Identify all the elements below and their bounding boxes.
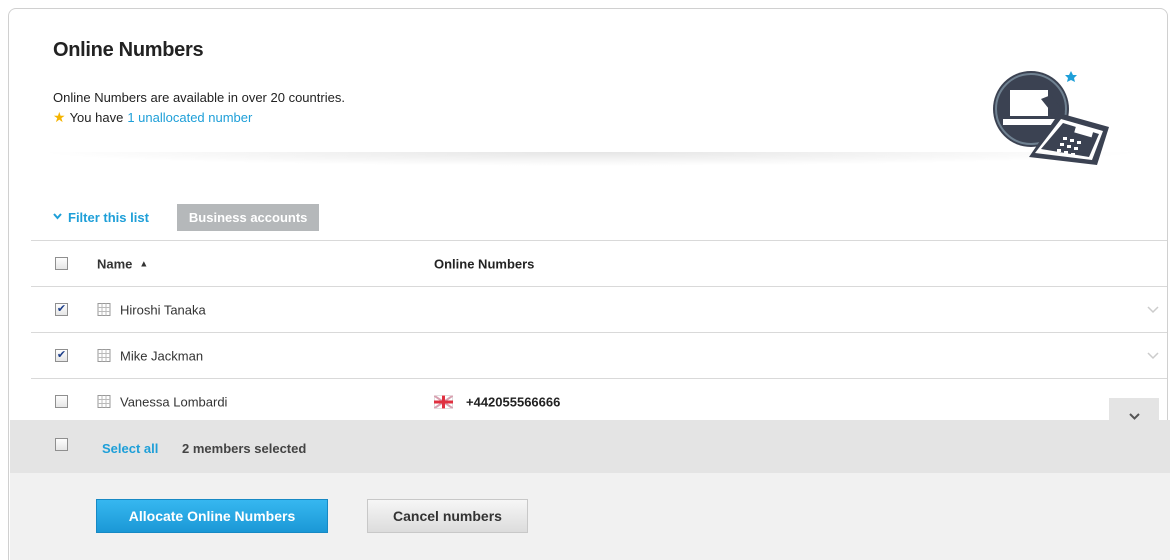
unallocated-link[interactable]: 1 unallocated number	[127, 110, 252, 125]
row-checkbox[interactable]: ✔	[55, 348, 68, 362]
row-expand-chevron-icon[interactable]	[1147, 305, 1159, 314]
business-accounts-filter-tag[interactable]: Business accounts	[176, 203, 320, 231]
member-name: Vanessa Lombardi	[120, 394, 228, 409]
member-name-cell: Hiroshi Tanaka	[97, 302, 206, 317]
table-row[interactable]: Vanessa Lombardi +442055566666	[31, 378, 1167, 424]
column-header-name-label: Name	[97, 256, 133, 271]
filter-toggle[interactable]: Filter this list	[53, 210, 149, 225]
chevron-down-icon	[53, 212, 62, 223]
table-header-row: Name ▲ Online Numbers	[31, 240, 1167, 286]
building-icon	[97, 395, 111, 408]
online-number: +442055566666	[466, 394, 561, 409]
column-header-online-numbers: Online Numbers	[434, 256, 535, 271]
member-name-cell: Vanessa Lombardi	[97, 394, 227, 409]
header: Online Numbers Online Numbers are availa…	[9, 9, 1167, 165]
member-name: Mike Jackman	[120, 348, 204, 363]
select-all-checkbox[interactable]	[55, 437, 68, 451]
filter-label: Filter this list	[68, 209, 149, 225]
column-header-name[interactable]: Name ▲	[97, 256, 148, 271]
chevron-down-icon	[1128, 413, 1140, 420]
uk-flag-icon	[434, 395, 453, 408]
sort-ascending-icon: ▲	[139, 258, 149, 269]
member-name: Hiroshi Tanaka	[120, 302, 206, 317]
building-icon	[97, 303, 111, 316]
star-icon: ★	[53, 109, 66, 125]
cancel-numbers-button[interactable]: Cancel numbers	[367, 499, 528, 533]
filter-bar: Filter this list Business accounts	[53, 203, 320, 231]
header-divider	[33, 152, 1148, 166]
page-description: Online Numbers are available in over 20 …	[53, 90, 345, 105]
selection-action-bar: Select all 2 members selected Allocate O…	[10, 398, 1170, 560]
page-title: Online Numbers	[53, 39, 204, 61]
member-name-cell: Mike Jackman	[97, 348, 203, 363]
row-checkbox[interactable]: ✔	[55, 302, 68, 316]
table-row[interactable]: ✔ Mike Jackman	[31, 332, 1167, 378]
table-row[interactable]: ✔ Hiroshi Tanaka	[31, 286, 1167, 332]
selected-count-label: 2 members selected	[182, 441, 307, 456]
select-all-link[interactable]: Select all	[102, 441, 158, 456]
selection-summary-bar: Select all 2 members selected	[10, 420, 1170, 473]
row-expand-chevron-icon[interactable]	[1147, 351, 1159, 360]
building-icon	[97, 349, 111, 362]
allocate-online-numbers-button[interactable]: Allocate Online Numbers	[96, 499, 328, 533]
online-number-cell: +442055566666	[434, 394, 560, 409]
members-table: Name ▲ Online Numbers ✔ Hiroshi Tanaka ✔	[31, 240, 1167, 424]
unallocated-prefix: You have	[69, 110, 124, 125]
row-checkbox[interactable]	[55, 394, 68, 408]
unallocated-notice: ★ You have 1 unallocated number	[53, 109, 252, 126]
select-all-checkbox-header[interactable]	[55, 256, 68, 270]
